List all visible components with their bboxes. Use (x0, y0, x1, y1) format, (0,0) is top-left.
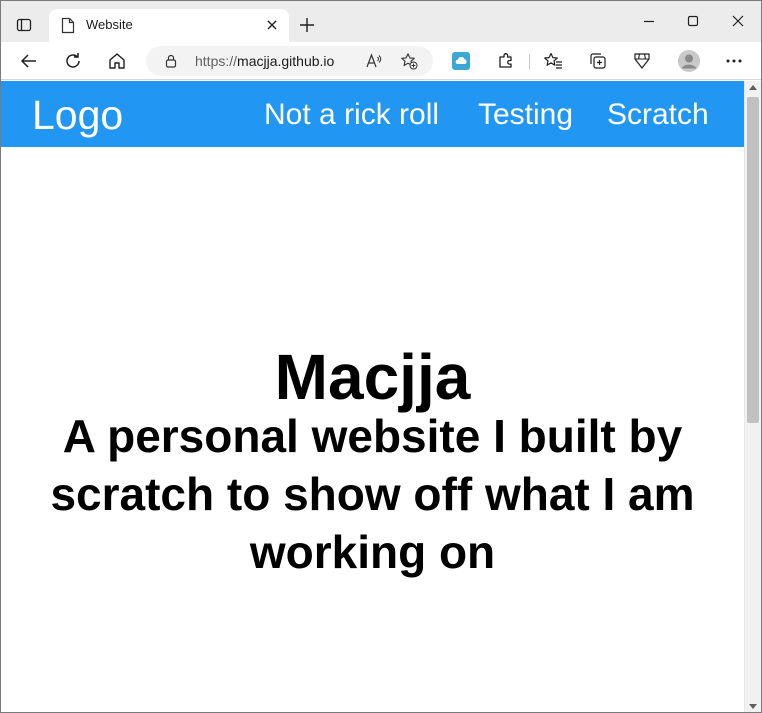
tab-strip: Website (1, 1, 761, 42)
home-icon[interactable] (107, 51, 127, 71)
close-window-icon[interactable] (730, 13, 746, 29)
url-protocol: https:// (195, 53, 238, 69)
lock-icon[interactable] (164, 54, 178, 68)
address-url[interactable]: https://macjja.github.io (195, 53, 334, 69)
read-aloud-icon[interactable] (365, 52, 383, 70)
nav-link-not-a-rick-roll[interactable]: Not a rick roll (264, 98, 439, 132)
minimize-icon[interactable] (641, 13, 657, 29)
scroll-down-arrow-icon[interactable] (749, 704, 757, 709)
site-navbar: Logo Not a rick roll Testing Scratch (1, 81, 744, 147)
tab-title: Website (86, 17, 133, 32)
favorites-icon[interactable] (543, 51, 563, 71)
scroll-thumb[interactable] (747, 97, 759, 423)
collections-icon[interactable] (588, 51, 608, 71)
nav-link-scratch[interactable]: Scratch (607, 98, 709, 132)
tab-actions-icon[interactable] (11, 13, 37, 37)
page-scrollbar[interactable] (744, 81, 761, 712)
extension-cloud-icon[interactable] (451, 51, 471, 71)
page-favicon-icon (61, 17, 75, 34)
refresh-icon[interactable] (63, 51, 83, 71)
url-host: macjja.github.io (237, 53, 335, 69)
back-icon[interactable] (19, 51, 39, 71)
hero-title: Macjja (274, 341, 471, 413)
close-icon[interactable] (265, 18, 279, 32)
nav-link-testing[interactable]: Testing (478, 98, 573, 132)
address-bar[interactable]: https://macjja.github.io (146, 46, 433, 76)
hero-section: Macjja A personal website I built by scr… (1, 339, 744, 581)
browser-toolbar: https://macjja.github.io (1, 42, 761, 80)
hero-subtitle: A personal website I built by scratch to… (50, 410, 695, 578)
site-logo[interactable]: Logo (32, 92, 123, 138)
page-viewport: Logo Not a rick roll Testing Scratch Mac… (1, 81, 744, 712)
add-favorite-icon[interactable] (400, 52, 418, 70)
profile-icon[interactable] (677, 49, 701, 73)
more-icon[interactable] (724, 51, 744, 71)
tab-website[interactable]: Website (49, 9, 289, 42)
browser-window: Website https://macjja.github.io Logo No… (0, 0, 762, 713)
maximize-icon[interactable] (685, 13, 701, 29)
browser-essentials-icon[interactable] (632, 51, 652, 71)
plus-icon[interactable] (297, 15, 317, 35)
toolbar-divider (529, 54, 530, 70)
scroll-up-arrow-icon[interactable] (749, 85, 757, 90)
extensions-icon[interactable] (496, 51, 516, 71)
